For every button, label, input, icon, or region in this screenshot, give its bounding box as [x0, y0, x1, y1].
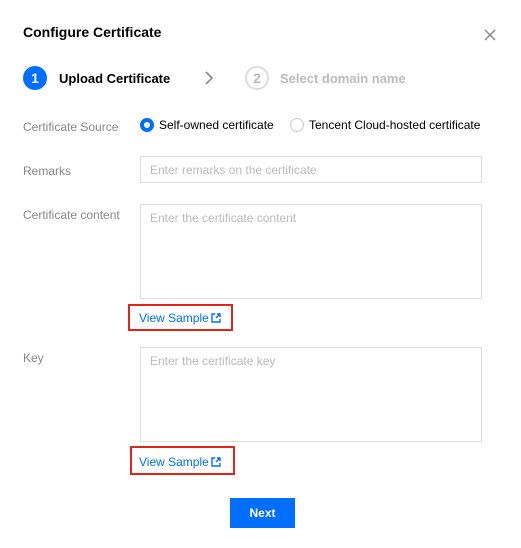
step-1-label: Upload Certificate [59, 71, 171, 86]
certificate-source-label: Certificate Source [23, 120, 119, 134]
external-link-icon[interactable] [211, 313, 221, 323]
external-link-icon[interactable] [211, 457, 221, 467]
step-2-label: Select domain name [280, 71, 406, 86]
radio-label: Self-owned certificate [159, 118, 274, 132]
close-icon[interactable] [482, 27, 498, 43]
radio-tencent-cloud-hosted-certificate[interactable]: Tencent Cloud-hosted certificate [290, 118, 485, 134]
radio-unselected-icon [290, 118, 304, 132]
view-sample-link-key[interactable]: View Sample [139, 455, 209, 469]
chevron-right-icon [205, 71, 214, 85]
configure-certificate-dialog: Configure Certificate 1 Upload Certifica… [0, 0, 521, 548]
radio-label: Tencent Cloud-hosted certificate [309, 118, 481, 132]
certificate-key-textarea[interactable] [140, 347, 482, 442]
step-1-number: 1 [23, 66, 47, 90]
key-label: Key [23, 351, 44, 365]
radio-self-owned-certificate[interactable]: Self-owned certificate [140, 118, 280, 134]
step-2-number: 2 [245, 66, 269, 90]
remarks-label: Remarks [23, 164, 72, 178]
dialog-title: Configure Certificate [23, 24, 162, 40]
certificate-content-textarea[interactable] [140, 204, 482, 299]
view-sample-link-content[interactable]: View Sample [139, 311, 209, 325]
radio-selected-icon [140, 118, 154, 132]
next-button[interactable]: Next [230, 498, 295, 528]
remarks-input[interactable] [140, 156, 482, 183]
certificate-content-label: Certificate content [23, 208, 120, 222]
